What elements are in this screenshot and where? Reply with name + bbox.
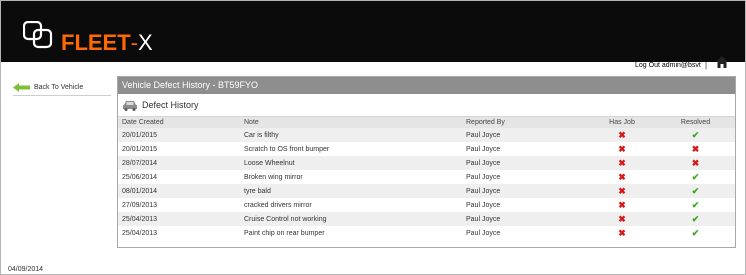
cell-resolved: ✔	[656, 212, 735, 226]
footer-date: 04/09/2014	[8, 266, 44, 273]
cell-date: 08/01/2014	[118, 184, 240, 198]
home-icon[interactable]	[715, 55, 729, 69]
table-row[interactable]: 28/07/2014 Loose Wheelnut Paul Joyce ✖ ✖	[118, 156, 735, 170]
cross-icon: ✖	[618, 143, 626, 154]
top-bar: FLEET-X	[1, 1, 745, 76]
check-icon: ✔	[691, 129, 700, 140]
cross-icon: ✖	[618, 171, 626, 182]
brand-name-x: X	[138, 30, 153, 55]
table-row[interactable]: 27/09/2013 cracked drivers mirror Paul Joy…	[118, 198, 735, 212]
cell-has-job: ✖	[588, 156, 656, 170]
section-title: Defect History	[142, 100, 199, 110]
cell-resolved: ✔	[656, 128, 735, 142]
cross-icon: ✖	[618, 185, 626, 196]
column-header-resolved[interactable]: Resolved	[656, 116, 735, 128]
logout-link[interactable]: Log Out admin@bsvt	[635, 62, 701, 69]
defect-table: Date Created Note Reported By Has Job Re…	[118, 116, 735, 240]
check-icon: ✔	[691, 227, 700, 238]
defect-history-panel: Vehicle Defect History - BT59FYO Defect …	[117, 76, 736, 248]
cross-icon: ✖	[618, 213, 626, 224]
cell-note: Cruise Control not working	[240, 212, 462, 226]
cell-reported-by: Paul Joyce	[462, 156, 588, 170]
cell-date: 20/01/2015	[118, 128, 240, 142]
table-row[interactable]: 20/01/2015 Scratch to OS front bumper Paul…	[118, 142, 735, 156]
cross-icon: ✖	[618, 157, 626, 168]
brand-name-dash: -	[130, 30, 138, 55]
brand-name-fleet: FLEET	[61, 30, 131, 55]
cell-date: 25/04/2013	[122, 229, 158, 237]
cell-reported-by: Paul Joyce	[462, 184, 588, 198]
car-icon	[123, 101, 137, 111]
cell-has-job: ✖	[588, 184, 656, 198]
cell-resolved: ✔	[656, 170, 735, 184]
column-header-reported-by[interactable]: Reported By	[462, 116, 588, 128]
table-row[interactable]: 20/01/2015 Car is filthy Paul Joyce ✖ ✔	[118, 128, 735, 142]
cell-reported-by: Paul Joyce	[462, 128, 588, 142]
cell-date: 25/04/2013	[118, 212, 240, 226]
column-header-date[interactable]: Date Created	[118, 116, 240, 128]
cell-resolved: ✔	[656, 198, 735, 212]
table-row[interactable]: 08/01/2014 tyre bald Paul Joyce ✖ ✔	[118, 184, 735, 198]
cell-has-job: ✖	[588, 212, 656, 226]
table-row[interactable]: 25/04/2013 Cruise Control not working Paul…	[118, 212, 735, 226]
cell-date: 28/07/2014	[118, 156, 240, 170]
logo-icon	[23, 21, 53, 49]
cell-reported-by: Paul Joyce	[466, 173, 501, 181]
cell-date: 20/01/2015	[122, 145, 158, 153]
cell-reported-by: Paul Joyce	[466, 145, 501, 153]
cell-note: Paint chip on rear bumper	[244, 229, 325, 237]
cell-reported-by: Paul Joyce	[466, 201, 501, 209]
sidebar-divider	[13, 95, 111, 96]
check-icon: ✔	[691, 213, 700, 224]
brand-logo: FLEET-X	[61, 31, 153, 55]
cell-has-job: ✖	[588, 226, 656, 240]
header-separator: |	[705, 61, 708, 70]
cell-has-job: ✖	[588, 142, 656, 156]
cell-resolved: ✖	[656, 142, 735, 156]
table-row[interactable]: 25/04/2013 Paint chip on rear bumper Paul …	[118, 226, 735, 240]
cell-note: cracked drivers mirror	[244, 201, 312, 209]
cell-resolved: ✖	[656, 156, 735, 170]
cell-reported-by: Paul Joyce	[466, 229, 501, 237]
cell-has-job: ✖	[588, 128, 656, 142]
cell-resolved: ✔	[656, 226, 735, 240]
column-header-has-job[interactable]: Has Job	[588, 116, 656, 128]
table-row[interactable]: 25/06/2014 Broken wing mirror Paul Joyce ✖ ✔	[118, 170, 735, 184]
cell-has-job: ✖	[588, 198, 656, 212]
back-to-vehicle-link[interactable]: Back To Vehicle	[13, 83, 83, 92]
check-icon: ✔	[691, 185, 700, 196]
cell-note: Loose Wheelnut	[240, 156, 462, 170]
cell-date: 25/06/2014	[122, 173, 158, 181]
cell-note: Car is filthy	[240, 128, 462, 142]
cell-reported-by: Paul Joyce	[462, 212, 588, 226]
cell-note: Broken wing mirror	[244, 173, 303, 181]
cross-icon: ✖	[691, 157, 700, 168]
table-header-row: Date Created Note Reported By Has Job Re…	[118, 116, 735, 128]
cell-note: Scratch to OS front bumper	[244, 145, 330, 153]
green-arrow-left-icon	[13, 83, 30, 92]
check-icon: ✔	[691, 199, 700, 210]
column-header-note[interactable]: Note	[240, 116, 462, 128]
back-to-vehicle-label: Back To Vehicle	[34, 84, 84, 91]
cross-icon: ✖	[618, 129, 626, 140]
cell-resolved: ✔	[656, 184, 735, 198]
cross-icon: ✖	[618, 227, 626, 238]
panel-title: Vehicle Defect History - BT59FYO	[118, 77, 735, 94]
cell-has-job: ✖	[588, 170, 656, 184]
cell-date: 27/09/2013	[122, 201, 158, 209]
check-icon: ✔	[691, 171, 700, 182]
cross-icon: ✖	[691, 143, 700, 154]
cross-icon: ✖	[618, 199, 626, 210]
cell-note: tyre bald	[240, 184, 462, 198]
section-header: Defect History	[118, 94, 735, 116]
